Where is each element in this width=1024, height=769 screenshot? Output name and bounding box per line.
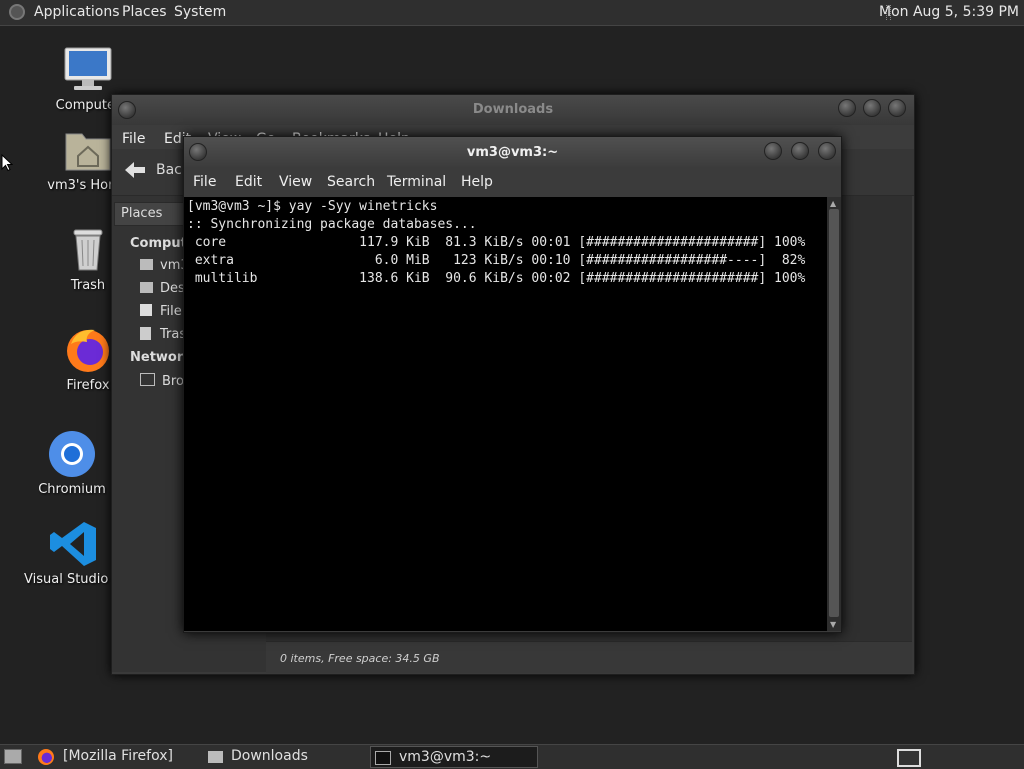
show-desktop-button[interactable] — [2, 746, 24, 768]
mouse-cursor-icon — [1, 154, 13, 172]
desktop-icon-chromium[interactable]: Chromium — [22, 430, 122, 497]
maximize-button[interactable] — [791, 142, 809, 160]
terminal-titlebar[interactable]: vm3@vm3:~ — [184, 137, 841, 167]
terminal-line-multilib: multilib 138.6 KiB 90.6 KiB/s 00:02 [###… — [187, 271, 806, 286]
top-panel: Applications Places System Mon Aug 5, 5:… — [0, 0, 1024, 26]
menu-edit[interactable]: Edit — [235, 174, 262, 190]
menu-applications[interactable]: Applications — [34, 4, 120, 20]
folder-icon — [208, 751, 223, 763]
menu-system[interactable]: System — [174, 4, 226, 20]
taskbar-item-label: Downloads — [231, 748, 308, 764]
menu-search[interactable]: Search — [327, 174, 375, 190]
trash-icon — [73, 229, 103, 271]
desktop-icon-label: Chromium — [38, 482, 106, 497]
bottom-taskbar: [Mozilla Firefox] Downloads vm3@vm3:~ — [0, 744, 1024, 769]
show-desktop-icon — [4, 749, 22, 764]
terminal-menubar: File Edit View Search Terminal Help — [184, 167, 841, 197]
terminal-scrollbar[interactable]: ▲ ▼ — [827, 197, 841, 631]
scroll-down-icon[interactable]: ▼ — [830, 620, 836, 629]
desktop-icon-vscode[interactable]: Visual Studio Code — [24, 520, 124, 587]
menu-view[interactable]: View — [279, 174, 312, 190]
terminal-icon — [375, 751, 391, 765]
taskbar-item-terminal[interactable]: vm3@vm3:~ — [370, 746, 538, 768]
close-button[interactable] — [818, 142, 836, 160]
menu-file[interactable]: File — [122, 131, 145, 147]
close-button[interactable] — [888, 99, 906, 117]
applications-logo-icon[interactable] — [9, 4, 25, 20]
downloads-window-title: Downloads — [472, 102, 554, 117]
terminal-line-core: core 117.9 KiB 81.3 KiB/s 00:01 [#######… — [187, 235, 806, 250]
terminal-screen[interactable]: [vm3@vm3 ~]$ yay -Syy winetricks :: Sync… — [184, 197, 827, 631]
terminal-line-prompt: [vm3@vm3 ~]$ yay -Syy winetricks — [187, 199, 438, 214]
firefox-icon — [38, 749, 54, 765]
drive-icon — [140, 304, 152, 316]
workspace-icon — [897, 749, 921, 767]
desktop-folder-icon — [140, 282, 153, 293]
downloads-titlebar[interactable]: Downloads — [112, 95, 914, 125]
workspace-switcher[interactable] — [895, 746, 923, 768]
terminal-line-sync: :: Synchronizing package databases... — [187, 217, 477, 232]
status-text: 0 items, Free space: 34.5 GB — [280, 652, 440, 665]
menu-help[interactable]: Help — [461, 174, 493, 190]
sidebar-item-home[interactable]: vm3 — [140, 258, 189, 273]
computer-icon — [64, 47, 112, 90]
places-selector-label: Places — [121, 206, 163, 221]
firefox-icon — [67, 329, 109, 372]
trash-icon — [140, 327, 151, 340]
menu-places[interactable]: Places — [122, 4, 167, 20]
minimize-button[interactable] — [764, 142, 782, 160]
terminal-line-extra: extra 6.0 MiB 123 KiB/s 00:10 [#########… — [187, 253, 806, 268]
menu-terminal[interactable]: Terminal — [387, 174, 446, 190]
home-icon — [140, 259, 153, 270]
home-folder-icon — [65, 133, 111, 171]
desktop-icon-label: Visual Studio Code — [24, 572, 124, 587]
taskbar-item-label: [Mozilla Firefox] — [63, 748, 173, 764]
back-button[interactable]: Back — [120, 159, 190, 185]
maximize-button[interactable] — [863, 99, 881, 117]
scrollbar-thumb[interactable] — [829, 209, 839, 617]
menu-file[interactable]: File — [193, 174, 216, 190]
scroll-up-icon[interactable]: ▲ — [830, 199, 836, 208]
clock[interactable]: Mon Aug 5, 5:39 PM — [879, 4, 1019, 20]
taskbar-item-firefox[interactable]: [Mozilla Firefox] — [34, 746, 196, 768]
terminal-window[interactable]: vm3@vm3:~ File Edit View Search Terminal… — [183, 136, 842, 633]
vscode-icon — [50, 522, 96, 566]
network-icon — [140, 373, 155, 386]
taskbar-item-label: vm3@vm3:~ — [399, 749, 492, 765]
back-arrow-icon — [125, 162, 145, 178]
terminal-window-title: vm3@vm3:~ — [466, 145, 559, 160]
status-bar: 0 items, Free space: 34.5 GB — [266, 641, 912, 673]
chromium-icon — [49, 431, 95, 477]
taskbar-item-downloads[interactable]: Downloads — [203, 746, 365, 768]
minimize-button[interactable] — [838, 99, 856, 117]
